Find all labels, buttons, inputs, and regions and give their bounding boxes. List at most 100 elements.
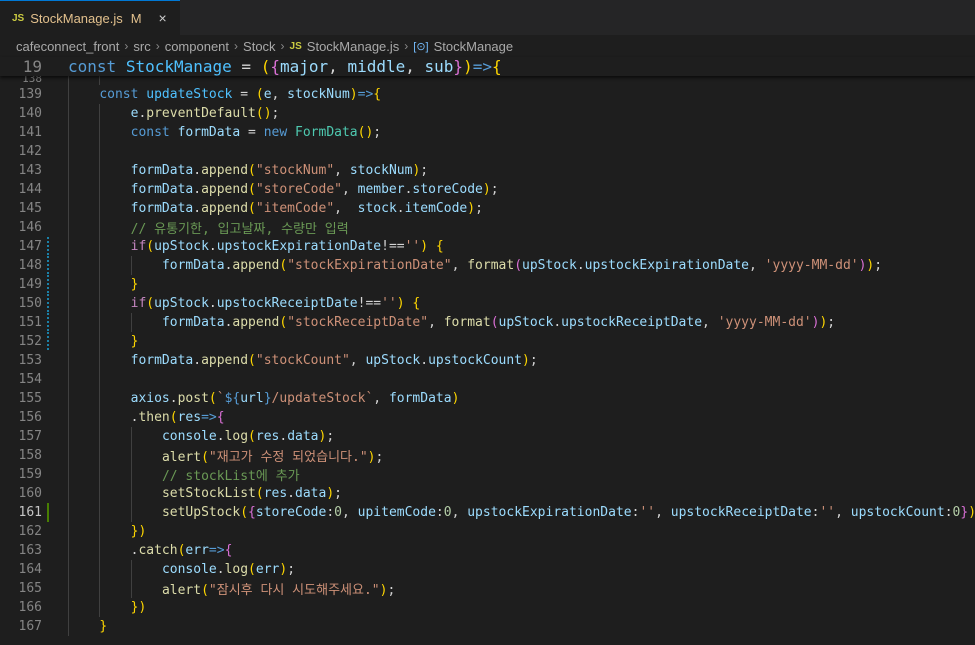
indent-guide	[68, 123, 69, 142]
line-number: 167	[18, 619, 42, 634]
line-number: 153	[18, 353, 42, 368]
code-line[interactable]: 149 }	[0, 275, 975, 294]
code-line[interactable]: 160 setStockList(res.data);	[0, 484, 975, 503]
indent-guide	[99, 76, 101, 85]
indent-guide	[99, 237, 101, 256]
code-line[interactable]: 138	[0, 76, 975, 85]
symbol-variable-icon: [⊙]	[413, 40, 429, 53]
code-line[interactable]: 154	[0, 370, 975, 389]
breadcrumb-item-symbol[interactable]: StockManage	[434, 39, 514, 54]
code-editor[interactable]: 138 139 const updateStock = (e, stockNum)…	[0, 76, 975, 636]
line-number: 155	[18, 391, 42, 406]
indent-guide	[68, 275, 69, 294]
line-number: 145	[18, 201, 42, 216]
line-number: 157	[18, 429, 42, 444]
code-line[interactable]: 161 setUpStock({storeCode:0, upitemCode:…	[0, 503, 975, 522]
code-text: })	[130, 524, 147, 539]
indent-guide	[99, 598, 101, 617]
code-line[interactable]: 143 formData.append("stockNum", stockNum…	[0, 161, 975, 180]
code-line[interactable]: 164 console.log(err);	[0, 560, 975, 579]
code-line[interactable]: 158 alert("재고가 수정 되었습니다.");	[0, 446, 975, 465]
close-icon[interactable]: ×	[156, 10, 170, 26]
code-line[interactable]: 142	[0, 142, 975, 161]
code-line[interactable]: 163 .catch(err=>{	[0, 541, 975, 560]
indent-guide	[68, 370, 69, 389]
chevron-right-icon: ›	[404, 39, 409, 53]
code-text: const StockManage = ({major, middle, sub…	[68, 57, 502, 76]
indent-guide	[99, 123, 101, 142]
indent-guide	[99, 446, 101, 465]
gutter-modified-marker	[47, 294, 49, 313]
gutter-modified-marker	[47, 256, 49, 275]
code-line[interactable]: 150 if(upStock.upstockReceiptDate!=='') …	[0, 294, 975, 313]
code-line[interactable]: 146 // 유통기한, 입고날짜, 수량만 입력	[0, 218, 975, 237]
indent-guide	[68, 541, 69, 560]
indent-guide	[99, 180, 101, 199]
code-text: formData.append("stockCount", upStock.up…	[130, 353, 538, 368]
code-line[interactable]: 167 }	[0, 617, 975, 636]
indent-guide	[99, 579, 101, 598]
code-line[interactable]: 151 formData.append("stockReceiptDate", …	[0, 313, 975, 332]
code-text: const updateStock = (e, stockNum)=>{	[99, 87, 382, 102]
chevron-right-icon: ›	[124, 39, 129, 53]
code-line[interactable]: 153 formData.append("stockCount", upStoc…	[0, 351, 975, 370]
indent-guide	[68, 85, 69, 104]
indent-guide	[99, 503, 101, 522]
code-line[interactable]: 144 formData.append("storeCode", member.…	[0, 180, 975, 199]
code-line[interactable]: 148 formData.append("stockExpirationDate…	[0, 256, 975, 275]
code-text: formData.append("storeCode", member.stor…	[130, 182, 499, 197]
code-text: formData.append("itemCode", stock.itemCo…	[130, 201, 483, 216]
code-text: alert("잠시후 다시 시도해주세요.");	[161, 583, 396, 598]
code-line[interactable]: 166 })	[0, 598, 975, 617]
indent-guide	[68, 427, 69, 446]
line-number: 19	[22, 57, 42, 76]
code-line[interactable]: 152 }	[0, 332, 975, 351]
code-line[interactable]: 155 axios.post(`${url}/updateStock`, for…	[0, 389, 975, 408]
tab-label: StockManage.js	[30, 10, 123, 26]
chevron-right-icon: ›	[234, 39, 239, 53]
line-number: 150	[18, 296, 42, 311]
code-text: formData.append("stockExpirationDate", f…	[161, 258, 883, 273]
code-text: .then(res=>{	[130, 410, 225, 425]
code-line[interactable]: 145 formData.append("itemCode", stock.it…	[0, 199, 975, 218]
gutter-added-marker	[47, 503, 49, 522]
gutter-modified-marker	[47, 275, 49, 294]
indent-guide	[99, 256, 101, 275]
tab-stockmanage-js[interactable]: JS StockManage.js M ×	[0, 0, 180, 35]
code-line[interactable]: 162 })	[0, 522, 975, 541]
line-number: 158	[18, 448, 42, 463]
code-line[interactable]: 140 e.preventDefault();	[0, 104, 975, 123]
line-number: 156	[18, 410, 42, 425]
code-line[interactable]: 156 .then(res=>{	[0, 408, 975, 427]
breadcrumb-item-component[interactable]: component	[165, 39, 229, 54]
indent-guide	[68, 76, 69, 85]
line-number: 152	[18, 334, 42, 349]
indent-guide	[99, 294, 101, 313]
code-line[interactable]: 157 console.log(res.data);	[0, 427, 975, 446]
code-text: if(upStock.upstockExpirationDate!=='') {	[130, 239, 444, 254]
indent-guide	[68, 351, 69, 370]
indent-guide	[99, 465, 101, 484]
breadcrumb-item-stock[interactable]: Stock	[243, 39, 276, 54]
indent-guide	[68, 199, 69, 218]
breadcrumb-item-cafeconnect-front[interactable]: cafeconnect_front	[16, 39, 119, 54]
code-line[interactable]: 141 const formData = new FormData();	[0, 123, 975, 142]
code-text: console.log(res.data);	[161, 429, 335, 444]
code-line[interactable]: 165 alert("잠시후 다시 시도해주세요.");	[0, 579, 975, 598]
code-line[interactable]: 147 if(upStock.upstockExpirationDate!=='…	[0, 237, 975, 256]
indent-guide	[99, 522, 101, 541]
indent-guide	[130, 484, 132, 503]
indent-guide	[99, 275, 101, 294]
code-text: alert("재고가 수정 되었습니다.");	[161, 450, 384, 465]
indent-guide	[130, 427, 132, 446]
indent-guide	[99, 161, 101, 180]
indent-guide	[130, 465, 132, 484]
breadcrumb-item-src[interactable]: src	[133, 39, 150, 54]
code-text: })	[130, 600, 147, 615]
indent-guide	[68, 465, 69, 484]
code-line[interactable]: 159 // stockList에 추가	[0, 465, 975, 484]
sticky-scroll-line[interactable]: 19 const StockManage = ({major, middle, …	[0, 57, 975, 76]
code-line[interactable]: 139 const updateStock = (e, stockNum)=>{	[0, 85, 975, 104]
breadcrumb-item-file[interactable]: StockManage.js	[307, 39, 400, 54]
code-text: setStockList(res.data);	[161, 486, 342, 501]
